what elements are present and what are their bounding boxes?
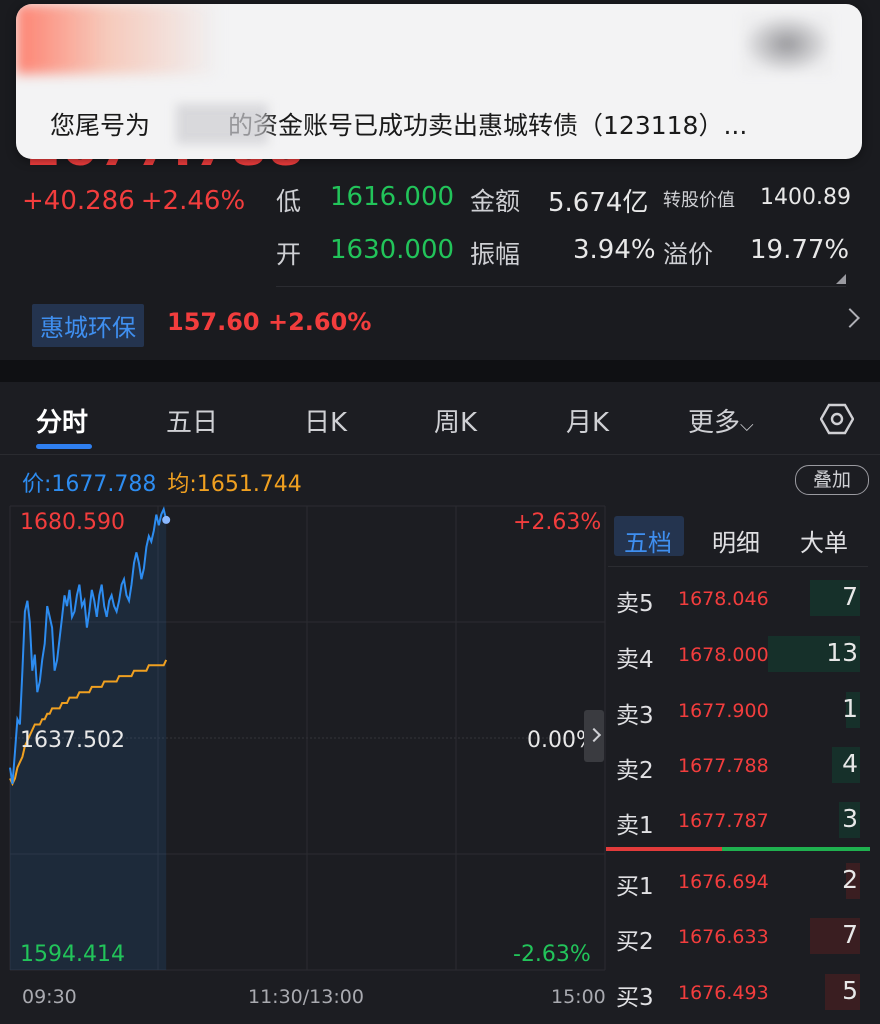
open-value: 1630.000 <box>330 235 455 265</box>
ask-level-label: 卖2 <box>616 758 654 784</box>
bid-level-label: 买1 <box>616 874 654 900</box>
expand-corner-icon[interactable] <box>836 274 846 284</box>
low-value: 1616.000 <box>330 182 455 212</box>
bid-volume: 5 <box>842 976 858 1005</box>
tab-monthly-k[interactable]: 月K <box>566 402 609 439</box>
conv-value: 1400.89 <box>760 185 851 210</box>
premium-label: 溢价 <box>663 240 714 269</box>
tab-five-day[interactable]: 五日 <box>166 402 218 439</box>
y-axis-mid-label: 1637.502 <box>20 728 125 753</box>
price-avg-readout: 价:1677.788 均:1651.744 <box>22 466 302 498</box>
y-axis-bottom-label: 1594.414 <box>20 942 125 967</box>
tab-weekly-k[interactable]: 周K <box>434 402 477 439</box>
chevron-down-icon: ⌵ <box>740 415 754 436</box>
bid-row[interactable]: 买2 1676.633 7 <box>608 912 868 960</box>
bid-price: 1676.694 <box>678 871 769 893</box>
bid-volume: 7 <box>842 920 858 949</box>
section-gap <box>0 360 880 382</box>
bid-price: 1676.633 <box>678 926 769 948</box>
bid-level-label: 买2 <box>616 929 654 955</box>
ask-row[interactable]: 卖2 1677.788 4 <box>608 741 868 789</box>
ask-price: 1677.787 <box>678 810 769 832</box>
notification-suffix: 的资金账号已成功卖出惠城转债（123118）... <box>228 111 748 140</box>
ask-level-label: 卖1 <box>616 813 654 839</box>
app-icon-blurred <box>16 4 216 74</box>
tab-five-level[interactable]: 五档 <box>624 523 672 558</box>
tab-big-orders[interactable]: 大单 <box>800 523 848 558</box>
underlying-stock-price: 157.60 <box>167 308 260 336</box>
bid-row[interactable]: 买1 1676.694 2 <box>608 857 868 905</box>
ask-price: 1677.900 <box>678 700 769 722</box>
ask-volume: 1 <box>842 694 858 723</box>
time-label-close: 15:00 <box>551 986 606 1008</box>
low-label: 低 <box>276 187 302 216</box>
ask-level-label: 卖4 <box>616 647 654 673</box>
time-blurred <box>742 14 832 74</box>
ask-volume: 13 <box>826 638 858 667</box>
ask-row[interactable]: 卖4 1678.000 13 <box>608 630 868 678</box>
bid-volume: 2 <box>842 865 858 894</box>
time-label-midday: 11:30/13:00 <box>248 986 364 1008</box>
notification-text: 您尾号为 的资金账号已成功卖出惠城转债（123118）... <box>50 106 747 142</box>
trade-notification[interactable]: 您尾号为 的资金账号已成功卖出惠城转债（123118）... <box>16 4 862 159</box>
change-line: +40.286 +2.46% <box>22 186 251 216</box>
bid-row[interactable]: 买3 1676.493 5 <box>608 968 868 1016</box>
amount-value: 5.674亿 <box>548 188 649 218</box>
divider <box>608 566 868 567</box>
ask-level-label: 卖3 <box>616 703 654 729</box>
open-label: 开 <box>276 240 302 269</box>
bid-ratio-bar <box>722 847 870 851</box>
y-axis-top-label: 1680.590 <box>20 510 125 535</box>
amount-label: 金额 <box>470 187 521 216</box>
premium-value: 19.77% <box>750 235 850 265</box>
ask-row[interactable]: 卖3 1677.900 1 <box>608 686 868 734</box>
bid-level-label: 买3 <box>616 985 654 1011</box>
last-price-dot <box>162 515 171 524</box>
ask-volume: 3 <box>842 804 858 833</box>
ask-level-label: 卖5 <box>616 591 654 617</box>
account-mask <box>176 104 268 144</box>
ask-row[interactable]: 卖5 1678.046 7 <box>608 574 868 622</box>
y-axis-top-pct: +2.63% <box>513 510 602 535</box>
change-percent: +2.46% <box>140 186 246 216</box>
ask-ratio-bar <box>606 847 722 851</box>
y-axis-bottom-pct: -2.63% <box>513 942 591 967</box>
amplitude-value: 3.94% <box>573 235 656 265</box>
settings-icon[interactable] <box>820 402 854 436</box>
underlying-stock-change: +2.60% <box>268 308 372 336</box>
bid-price: 1676.493 <box>678 982 769 1004</box>
ask-price: 1678.000 <box>678 644 769 666</box>
tab-daily-k[interactable]: 日K <box>304 402 347 439</box>
price-readout: 1677.788 <box>51 472 157 497</box>
tab-more[interactable]: 更多⌵ <box>688 402 754 439</box>
ask-price: 1677.788 <box>678 755 769 777</box>
change-value: +40.286 <box>22 186 135 216</box>
avg-readout: 1651.744 <box>196 472 302 497</box>
divider <box>276 286 846 287</box>
ask-row[interactable]: 卖1 1677.787 3 <box>608 796 868 844</box>
chart-tab-bar: 分时 五日 日K 周K 月K 更多⌵ <box>0 382 880 455</box>
conv-value-label: 转股价值 <box>663 190 735 211</box>
notification-prefix: 您尾号为 <box>50 111 151 140</box>
tab-detail[interactable]: 明细 <box>712 523 760 558</box>
ask-price: 1678.046 <box>678 588 769 610</box>
time-label-open: 09:30 <box>22 986 77 1008</box>
avg-label: 均: <box>167 472 197 497</box>
overlay-button[interactable]: 叠加 <box>795 465 869 495</box>
ask-volume: 4 <box>842 749 858 778</box>
underlying-stock-name[interactable]: 惠城环保 <box>32 304 144 347</box>
amplitude-label: 振幅 <box>470 240 521 269</box>
price-label: 价: <box>22 472 52 497</box>
ask-volume: 7 <box>842 582 858 611</box>
tab-more-label: 更多 <box>688 408 741 438</box>
active-tab-indicator <box>36 444 92 449</box>
tab-intraday[interactable]: 分时 <box>36 402 88 439</box>
